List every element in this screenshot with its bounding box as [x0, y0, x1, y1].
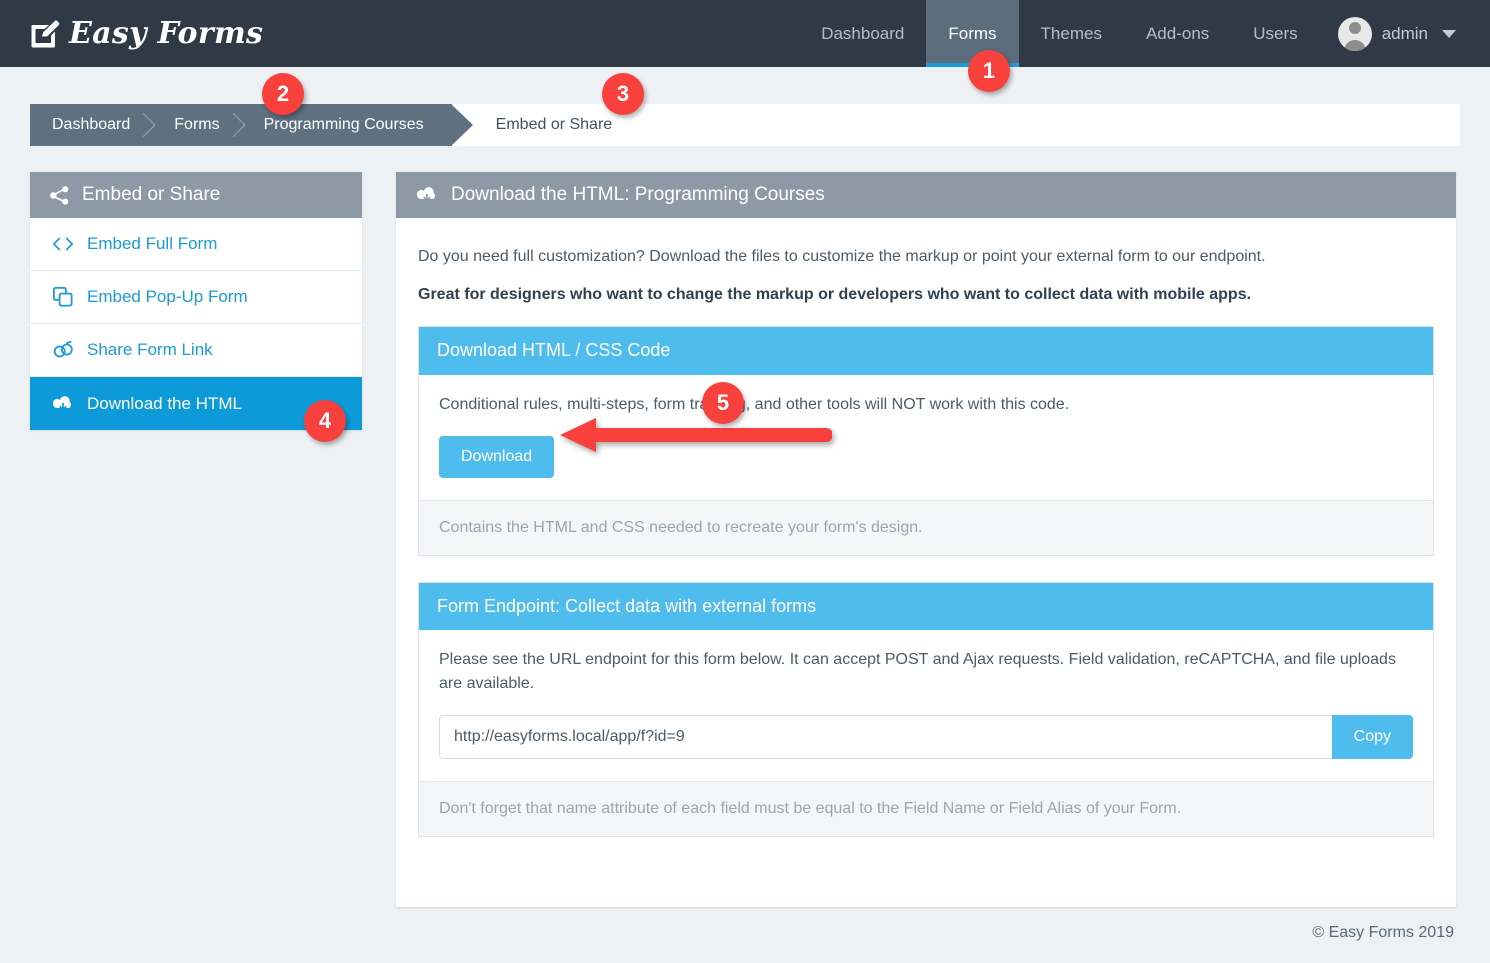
sidebar-item-embed-full-form[interactable]: Embed Full Form — [30, 218, 362, 271]
nav-item-themes[interactable]: Themes — [1019, 0, 1124, 67]
clone-icon — [52, 287, 74, 307]
panel-body: Please see the URL endpoint for this for… — [419, 630, 1433, 780]
copyright-text: © Easy Forms 2019 — [1312, 924, 1454, 942]
cloud-download-icon — [52, 395, 74, 413]
chevron-down-icon — [1442, 30, 1456, 38]
edit-square-icon — [30, 20, 60, 48]
link-icon — [52, 341, 74, 360]
annotation-marker-5: 5 — [702, 382, 744, 424]
main-panel-header: Download the HTML: Programming Courses — [396, 172, 1456, 218]
page-footer: © Easy Forms 2019 — [0, 903, 1490, 963]
nav-item-add-ons[interactable]: Add-ons — [1124, 0, 1231, 67]
download-button[interactable]: Download — [439, 436, 554, 478]
cloud-download-icon — [416, 186, 438, 204]
endpoint-url-input[interactable] — [439, 715, 1332, 759]
endpoint-input-group: Copy — [439, 715, 1413, 759]
code-icon — [52, 237, 74, 251]
navbar-menu: Dashboard Forms Themes Add-ons Users adm… — [799, 0, 1468, 67]
breadcrumb-tip-icon — [452, 104, 474, 146]
panel-description: Conditional rules, multi-steps, form tra… — [439, 393, 1413, 416]
brand-logo[interactable]: Easy Forms — [30, 16, 263, 51]
sidebar: Embed or Share Embed Full Form — [30, 172, 362, 430]
nav-item-dashboard[interactable]: Dashboard — [799, 0, 926, 67]
sidebar-title: Embed or Share — [82, 184, 220, 206]
breadcrumb-item-dashboard[interactable]: Dashboard — [30, 104, 158, 146]
breadcrumb-trail: Dashboard Forms Programming Courses — [30, 104, 452, 146]
user-name: admin — [1382, 24, 1428, 44]
panel-form-endpoint: Form Endpoint: Collect data with externa… — [418, 582, 1434, 837]
breadcrumb-current: Embed or Share — [474, 104, 613, 146]
sidebar-item-label: Embed Pop-Up Form — [87, 287, 248, 307]
panel-heading: Form Endpoint: Collect data with externa… — [419, 583, 1433, 631]
main-panel-body: Do you need full customization? Download… — [396, 218, 1456, 837]
top-navbar: Easy Forms Dashboard Forms Themes Add-on… — [0, 0, 1490, 67]
sidebar-item-share-form-link[interactable]: Share Form Link — [30, 324, 362, 377]
copy-button[interactable]: Copy — [1332, 715, 1413, 759]
annotation-marker-1: 1 — [968, 50, 1010, 92]
share-alt-icon — [48, 186, 70, 205]
breadcrumb-item-forms[interactable]: Forms — [158, 104, 247, 146]
avatar — [1338, 17, 1372, 51]
app-root: Easy Forms Dashboard Forms Themes Add-on… — [0, 0, 1490, 963]
annotation-marker-4: 4 — [304, 400, 346, 442]
panel-heading: Download HTML / CSS Code — [419, 327, 1433, 375]
brand-name: Easy Forms — [69, 16, 263, 51]
sidebar-item-label: Share Form Link — [87, 340, 213, 360]
annotation-marker-2: 2 — [262, 73, 304, 115]
intro-text: Do you need full customization? Download… — [418, 248, 1434, 266]
main-panel-title: Download the HTML: Programming Courses — [451, 184, 825, 206]
nav-item-users[interactable]: Users — [1231, 0, 1319, 67]
sidebar-header: Embed or Share — [30, 172, 362, 218]
intro-bold-text: Great for designers who want to change t… — [418, 286, 1434, 304]
panel-description: Please see the URL endpoint for this for… — [439, 648, 1413, 694]
sidebar-item-label: Download the HTML — [87, 394, 242, 414]
user-menu[interactable]: admin — [1320, 0, 1468, 67]
sidebar-item-label: Embed Full Form — [87, 234, 217, 254]
annotation-arrow-icon — [556, 414, 832, 456]
main-panel: Download the HTML: Programming Courses D… — [396, 172, 1456, 907]
breadcrumb: Dashboard Forms Programming Courses Embe… — [30, 104, 1460, 146]
panel-footer-note: Contains the HTML and CSS needed to recr… — [419, 500, 1433, 555]
annotation-marker-3: 3 — [602, 73, 644, 115]
sidebar-item-embed-popup-form[interactable]: Embed Pop-Up Form — [30, 271, 362, 324]
panel-footer-note: Don't forget that name attribute of each… — [419, 781, 1433, 836]
